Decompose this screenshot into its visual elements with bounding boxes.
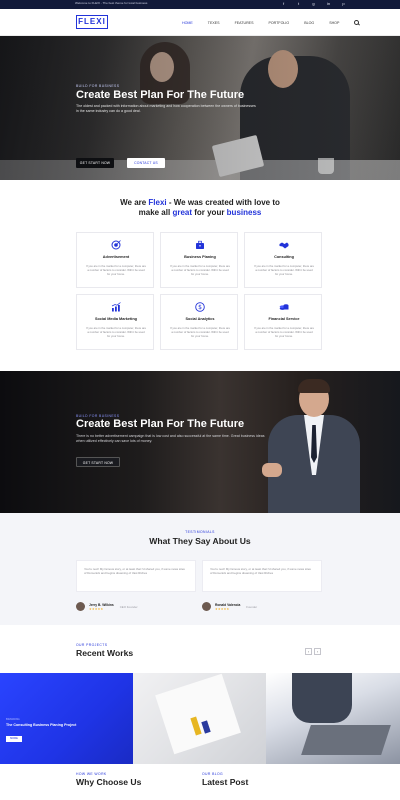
banner-get-start-button[interactable]: GET START NOW — [76, 457, 120, 467]
nav-texes[interactable]: TEXES — [208, 21, 220, 25]
heading-business: business — [226, 208, 262, 217]
hero-description: The oldest and packed with information a… — [76, 104, 256, 113]
heading-brand: Flexi — [148, 198, 167, 207]
why-eyebrow: HOW WE WORK — [76, 772, 107, 776]
linkedin-icon[interactable]: in — [325, 1, 332, 7]
service-card-financial-service[interactable]: Financial Service If you are in the mark… — [244, 294, 322, 350]
heading-part: for your — [192, 208, 227, 217]
work-item-charts-photo[interactable] — [133, 673, 266, 764]
photo-laptop — [301, 725, 391, 755]
author-name: Jerry B. Wilkins — [89, 602, 114, 607]
work-title: The Consulting Business Planing Project — [6, 723, 77, 727]
work-more-button[interactable]: MORE — [6, 736, 22, 742]
testimonials-eyebrow: TESTIMONIALS — [185, 530, 215, 534]
author-role: CEO Founder — [119, 604, 138, 609]
briefcase-icon — [196, 240, 204, 249]
handshake-icon — [279, 242, 289, 249]
hero-eyebrow: BUILD FOR BUSINESS — [76, 84, 120, 88]
next-arrow-icon[interactable]: › — [314, 648, 321, 655]
site-header: FLEXI HOME TEXES FEATURES PORTFOLIO BLOG… — [0, 9, 400, 36]
heading-part: We are — [120, 198, 149, 207]
testimonial-author: Jerry B. Wilkins ★★★★★ CEO Founder — [76, 602, 138, 611]
growth-chart-icon — [111, 302, 121, 312]
logo[interactable]: FLEXI — [76, 15, 108, 29]
target-icon — [111, 240, 121, 250]
coins-icon — [279, 304, 289, 310]
contact-us-button[interactable]: CONTACT US — [127, 158, 165, 168]
card-text: If you are in the market for a computer,… — [254, 264, 315, 277]
service-card-social-media-marketing[interactable]: Social Media Marketing If you are in the… — [76, 294, 154, 350]
avatar — [202, 602, 211, 611]
works-title: Recent Works — [76, 648, 134, 658]
top-bar: Welcome to FLEXI - The best theme for lo… — [0, 0, 400, 9]
heading-part: make all — [138, 208, 173, 217]
blog-eyebrow: OUR BLOG — [202, 772, 224, 776]
businessman-hand — [262, 463, 282, 477]
nav-shop[interactable]: SHOP — [329, 21, 339, 25]
banner-description: There is no better advertisement campaig… — [76, 434, 265, 443]
work-item-featured[interactable]: BRANDING The Consulting Business Planing… — [0, 673, 133, 764]
card-title: Social Media Marketing — [95, 317, 137, 321]
nav-features[interactable]: FEATURES — [235, 21, 254, 25]
testimonial-quote: You're next! My famous story, or at leas… — [202, 560, 322, 592]
testimonial-author: Ronald Valencia ★★★★★ Founder — [202, 602, 257, 611]
services-heading: We are Flexi - We was created with love … — [0, 198, 400, 218]
card-title: Consulting — [274, 255, 294, 259]
heading-part: - We was created with love to — [166, 198, 280, 207]
work-item-laptop-photo[interactable] — [266, 673, 400, 764]
banner-title: Create Best Plan For The Future — [76, 418, 245, 430]
twitter-icon[interactable]: t — [295, 1, 302, 7]
testimonials-title: What They Say About Us — [149, 536, 251, 546]
card-title: Business Planing — [184, 255, 216, 259]
service-card-advertisement[interactable]: Advertisement If you are in the market f… — [76, 232, 154, 288]
hero-section: BUILD FOR BUSINESS Create Best Plan For … — [0, 36, 400, 180]
card-text: If you are in the market for a computer,… — [254, 326, 315, 339]
card-text: If you are in the market for a computer,… — [86, 326, 147, 339]
dollar-coin-icon: $ — [195, 302, 205, 312]
google-icon[interactable]: g — [310, 1, 317, 7]
author-role: Founder — [246, 604, 258, 609]
card-title: Financial Service — [268, 317, 300, 321]
author-name: Ronald Valencia — [215, 602, 241, 607]
cta-banner: BUILD FOR BUSINESS Create Best Plan For … — [0, 371, 400, 513]
author-info: Ronald Valencia ★★★★★ — [215, 603, 240, 611]
service-card-consulting[interactable]: Consulting If you are in the market for … — [244, 232, 322, 288]
businessman-hair — [298, 379, 330, 393]
card-title: Advertisement — [102, 255, 130, 259]
photo-suit — [292, 673, 352, 723]
nav-home[interactable]: HOME — [182, 21, 193, 25]
card-text: If you are in the market for a computer,… — [170, 264, 231, 277]
why-title: Why Choose Us — [76, 777, 142, 787]
author-info: Jerry B. Wilkins ★★★★★ — [89, 603, 114, 611]
works-eyebrow: OUR PROJECTS — [76, 643, 108, 647]
svg-text:$: $ — [198, 304, 202, 311]
heading-great: great — [172, 208, 192, 217]
facebook-icon[interactable]: f — [280, 1, 287, 7]
main-nav: HOME TEXES FEATURES PORTFOLIO BLOG SHOP — [182, 9, 360, 36]
service-card-social-analytics[interactable]: $ Social Analytics If you are in the mar… — [160, 294, 238, 350]
get-start-button[interactable]: GET START NOW — [76, 158, 114, 168]
card-title: Social Analytics — [185, 317, 215, 321]
service-card-business-planing[interactable]: Business Planing If you are in the marke… — [160, 232, 238, 288]
search-icon[interactable] — [354, 20, 360, 25]
social-links: f t g in p — [280, 1, 347, 7]
blog-title: Latest Post — [202, 777, 249, 787]
top-bar-welcome: Welcome to FLEXI - The best theme for lo… — [75, 1, 148, 5]
hero-title: Create Best Plan For The Future — [76, 89, 245, 101]
card-text: If you are in the market for a computer,… — [86, 264, 147, 277]
testimonial-quote: You're next! My famous story, or at leas… — [76, 560, 196, 592]
photo-paper — [155, 673, 241, 755]
nav-blog[interactable]: BLOG — [304, 21, 314, 25]
rating-stars: ★★★★★ — [215, 606, 230, 611]
nav-portfolio[interactable]: PORTFOLIO — [268, 21, 289, 25]
testimonials-section: TESTIMONIALS What They Say About Us You'… — [0, 513, 400, 625]
work-category: BRANDING — [6, 718, 20, 721]
card-text: If you are in the market for a computer,… — [170, 326, 231, 339]
pinterest-icon[interactable]: p — [340, 1, 347, 7]
avatar — [76, 602, 85, 611]
rating-stars: ★★★★★ — [89, 606, 104, 611]
prev-arrow-icon[interactable]: ‹ — [305, 648, 312, 655]
